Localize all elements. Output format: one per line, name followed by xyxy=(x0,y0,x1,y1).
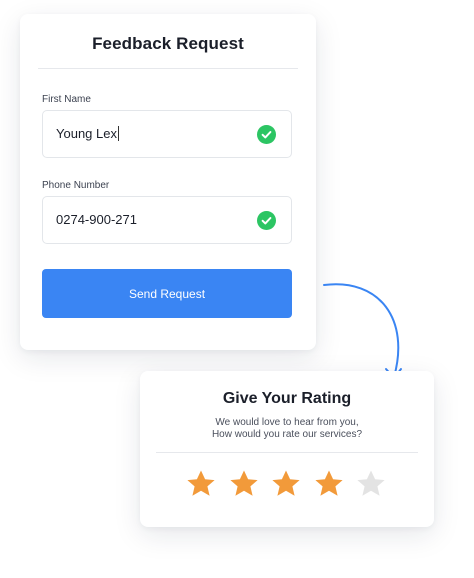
rating-subtitle: We would love to hear from you, How woul… xyxy=(140,417,434,441)
first-name-field[interactable]: Young Lex xyxy=(42,110,292,158)
form-title: Feedback Request xyxy=(92,34,244,53)
rating-subtitle-line-2: How would you rate our services? xyxy=(211,429,363,440)
phone-number-value: 0274-900-271 xyxy=(56,212,137,227)
text-caret xyxy=(117,126,119,141)
star-icon[interactable] xyxy=(356,469,386,499)
rating-card: Give Your Rating We would love to hear f… xyxy=(140,371,434,527)
star-icon[interactable] xyxy=(229,469,259,499)
rating-divider xyxy=(156,452,418,453)
rating-title: Give Your Rating xyxy=(222,390,352,407)
star-icon[interactable] xyxy=(271,469,301,499)
first-name-label: First Name xyxy=(42,94,91,105)
form-divider xyxy=(38,68,298,69)
rating-subtitle-line-1: We would love to hear from you, xyxy=(215,417,359,428)
send-request-button[interactable]: Send Request xyxy=(42,269,292,318)
phone-number-field[interactable]: 0274-900-271 xyxy=(42,196,292,244)
check-circle-icon xyxy=(257,125,276,144)
star-rating[interactable] xyxy=(186,469,386,499)
feedback-request-card: Feedback Request First Name Young Lex Ph… xyxy=(20,14,316,350)
check-circle-icon xyxy=(257,211,276,230)
phone-number-label: Phone Number xyxy=(42,180,110,191)
first-name-value: Young Lex xyxy=(56,126,119,141)
star-icon[interactable] xyxy=(186,469,216,499)
star-icon[interactable] xyxy=(314,469,344,499)
